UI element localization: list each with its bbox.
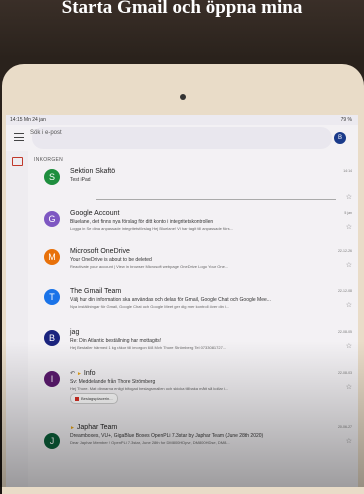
sender-avatar: G [44,211,60,227]
star-icon[interactable]: ☆ [346,342,352,350]
sender-avatar: I [44,371,60,387]
star-icon[interactable]: ☆ [346,193,352,201]
email-row[interactable]: T The Gmail Team 22-12-08 Välj hur din i… [32,285,358,321]
reply-icon: ↶ [70,371,76,377]
sender-avatar: S [44,169,60,185]
email-sender: Sektion Skaftö [70,168,116,175]
email-sender-line: ► Japhar Team [70,424,117,431]
email-date: 22-12-08 [337,289,352,293]
sender-avatar: T [44,289,60,305]
attachment-name: Beslagsplacerin... [81,396,113,401]
email-row[interactable]: B jag 22-08-05 Re: Din Atlantic beställn… [32,326,358,362]
account-avatar[interactable]: B [334,132,346,144]
email-date: 5 jan [344,211,352,215]
email-sender: Japhar Team [76,424,118,431]
top-bar: B [6,125,358,151]
sender-avatar: M [44,249,60,265]
email-subject: Test iPad [70,177,91,183]
email-subject: Bluelane, det finns nya förslag för ditt… [70,219,214,225]
email-sender: Microsoft OneDrive [70,248,130,255]
important-icon: ► [76,371,82,377]
email-subject: Välj hur din information ska användas oc… [70,297,271,303]
email-date: 20-06-27 [337,425,352,429]
sender-avatar: J [44,433,60,449]
email-subject: Sv: Meddelande från Thore Strömberg [70,379,156,385]
important-icon: ► [70,425,75,431]
row-divider [96,199,336,200]
battery-indicator: 79 % [340,117,352,123]
email-row[interactable]: G Google Account 5 jan Bluelane, det fin… [32,207,358,243]
gmail-screen: 14:15 Mn 24 jan 79 % B Sök i e-post INKO… [6,115,358,487]
email-snippet: Nya inställningar för Gmail, Google Chat… [70,304,230,309]
email-snippet: Logga in Se dina anpassade integritetsfö… [70,226,233,231]
email-snippet: Dear Japhar Member ! OpenPLi 7.3star, Ju… [70,440,230,445]
email-date: 14:14 [343,169,352,173]
star-icon[interactable]: ☆ [346,383,352,391]
pdf-icon [75,396,79,401]
email-snippet: Reactivate your account | View in browse… [70,264,229,269]
status-date: Mn 24 jan [23,117,46,123]
email-snippet: Hej Thore. Mat dinnarna enligt bifogad b… [70,386,229,391]
folder-label: INKORGEN [34,157,64,163]
search-input[interactable] [32,127,332,149]
email-date: 22-08-05 [337,330,352,334]
email-date: 22-08-03 [337,371,352,375]
email-row[interactable]: J ► Japhar Team 20-06-27 Dreamboxes, VU+… [32,421,358,461]
email-subject: Your OneDrive is about to be deleted [70,257,152,263]
email-sender: The Gmail Team [70,288,122,295]
email-subject: Dreamboxes, VU+, GigaBlue Boxes OpenPLi … [70,433,264,439]
email-subject: Re: Din Atlantic beställning har mottagi… [70,338,162,344]
email-date: 22-12-26 [337,249,352,253]
email-row[interactable]: M Microsoft OneDrive 22-12-26 Your OneDr… [32,245,358,281]
star-icon[interactable]: ☆ [346,261,352,269]
email-sender: jag [70,329,80,336]
front-camera [180,94,186,100]
email-snippet: Hej Bestaller härmed 1 kg räkor till imo… [70,345,227,350]
sender-avatar: B [44,330,60,346]
email-row[interactable]: S Sektion Skaftö 14:14 Test iPad ☆ [32,165,358,205]
email-sender-line: ↶ ► Info [70,370,96,377]
star-icon[interactable]: ☆ [346,223,352,231]
email-sender: Info [83,370,96,377]
search-placeholder: Sök i e-post [30,130,62,136]
status-time: 14:15 [10,117,23,123]
inbox-icon[interactable] [12,157,23,166]
photo-caption: Starta Gmail och öppna mina [61,0,303,18]
status-bar: 14:15 Mn 24 jan 79 % [6,115,358,125]
side-rail [6,151,28,487]
star-icon[interactable]: ☆ [346,437,352,445]
email-sender: Google Account [70,210,120,217]
email-row[interactable]: I ↶ ► Info 22-08-03 Sv: Meddelande från … [32,367,358,411]
star-icon[interactable]: ☆ [346,301,352,309]
attachment-chip[interactable]: Beslagsplacerin... [70,393,118,404]
menu-icon[interactable] [14,133,24,141]
